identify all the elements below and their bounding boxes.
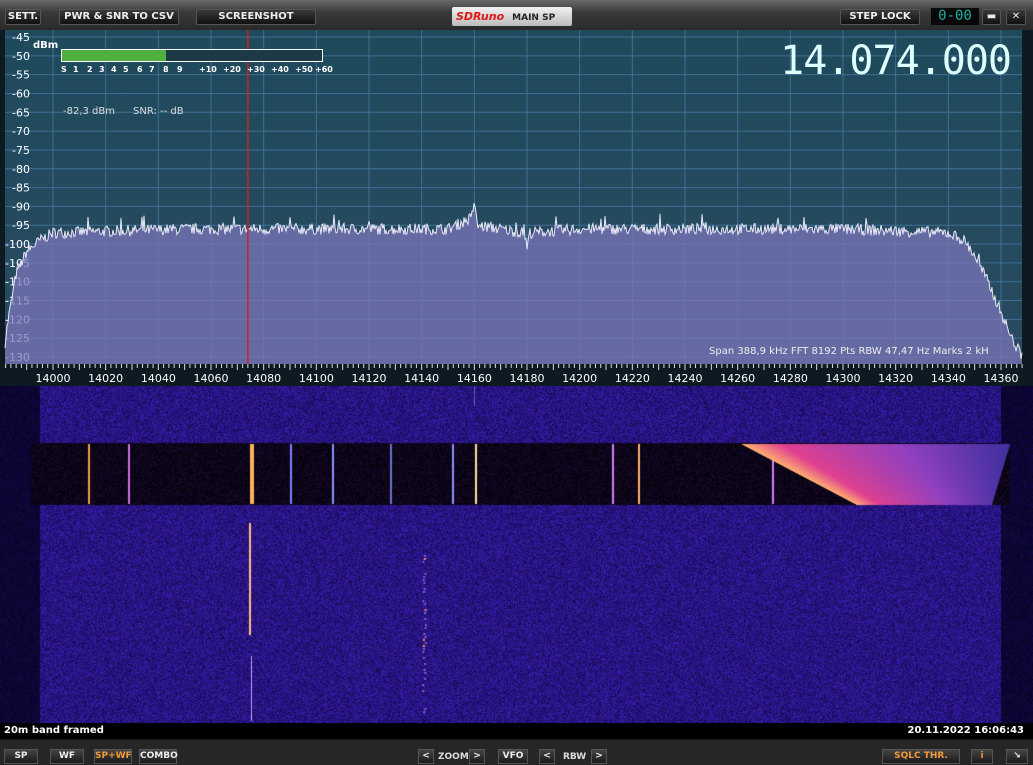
zoom-prev-button[interactable]: < xyxy=(418,749,434,764)
resize-button[interactable]: ↘ xyxy=(1006,749,1028,764)
s-meter-label: +10 xyxy=(199,65,217,74)
s-meter-label: +30 xyxy=(247,65,265,74)
x-tick-label: 14100 xyxy=(299,372,334,385)
x-tick-label: 14340 xyxy=(931,372,966,385)
y-tick-label: -45 xyxy=(12,31,30,44)
pwr-snr-csv-button[interactable]: PWR & SNR TO CSV xyxy=(59,9,179,25)
s-meter-label: S xyxy=(61,65,67,74)
dbm-unit-label: dBm xyxy=(33,40,59,51)
y-tick-label: -65 xyxy=(12,106,30,119)
zoom-label: ZOOM xyxy=(438,752,469,762)
frequency-display[interactable]: 14.074.000 xyxy=(780,38,1012,84)
sqlc-threshold-button[interactable]: SQLC THR. xyxy=(882,749,960,764)
y-tick-label: -85 xyxy=(12,182,30,195)
s-meter-label: 9 xyxy=(177,65,183,74)
y-tick-label: -50 xyxy=(12,50,30,63)
step-display: 0-00 xyxy=(931,8,979,25)
x-tick-label: 14060 xyxy=(194,372,229,385)
window-title[interactable]: SDRuno MAIN SP xyxy=(452,7,572,26)
y-tick-label: -60 xyxy=(12,87,30,100)
status-bar: 20m band framed 20.11.2022 16:06:43 xyxy=(0,723,1033,739)
x-tick-label: 14020 xyxy=(88,372,123,385)
x-tick-label: 14140 xyxy=(404,372,439,385)
wf-button[interactable]: WF xyxy=(50,749,84,764)
rbw-label: RBW xyxy=(563,752,587,762)
s-meter-label: +40 xyxy=(271,65,289,74)
x-tick-label: 14360 xyxy=(984,372,1019,385)
y-tick-label: -100 xyxy=(5,238,30,251)
x-tick-label: 14180 xyxy=(510,372,545,385)
minimize-button[interactable]: ▬ xyxy=(982,9,1001,25)
y-tick-label: -70 xyxy=(12,125,30,138)
s-meter xyxy=(61,49,323,62)
s-meter-label: 4 xyxy=(111,65,117,74)
s-meter-label: 7 xyxy=(149,65,155,74)
x-tick-label: 14260 xyxy=(720,372,755,385)
bottom-toolbar: SP WF SP+WF COMBO < ZOOM > VFO < RBW > S… xyxy=(0,740,1033,765)
window-title-text: MAIN SP xyxy=(512,13,556,23)
screenshot-button[interactable]: SCREENSHOT xyxy=(196,9,316,25)
s-meter-label: 6 xyxy=(137,65,143,74)
y-tick-label: -80 xyxy=(12,163,30,176)
x-tick-label: 14200 xyxy=(562,372,597,385)
s-meter-label: 8 xyxy=(163,65,169,74)
sp-wf-button[interactable]: SP+WF xyxy=(94,749,132,764)
y-tick-label: -90 xyxy=(12,200,30,213)
s-meter-label: 2 xyxy=(87,65,93,74)
snr-readout: SNR: -- dB xyxy=(133,106,184,117)
s-meter-label: +60 xyxy=(315,65,333,74)
sp-button[interactable]: SP xyxy=(4,749,38,764)
s-meter-label: 5 xyxy=(123,65,129,74)
step-lock-button[interactable]: STEP LOCK xyxy=(840,9,920,25)
x-tick-label: 14040 xyxy=(141,372,176,385)
x-tick-label: 14240 xyxy=(668,372,703,385)
x-tick-label: 14220 xyxy=(615,372,650,385)
rbw-prev-button[interactable]: < xyxy=(539,749,555,764)
status-timestamp: 20.11.2022 16:06:43 xyxy=(907,725,1025,736)
top-toolbar: SETT. PWR & SNR TO CSV SCREENSHOT SDRuno… xyxy=(0,0,1033,30)
x-tick-label: 14320 xyxy=(878,372,913,385)
power-readout: -82,3 dBm xyxy=(63,106,116,117)
rbw-next-button[interactable]: > xyxy=(591,749,607,764)
waterfall[interactable] xyxy=(0,386,1033,723)
x-tick-label: 14080 xyxy=(246,372,281,385)
close-button[interactable]: ✕ xyxy=(1006,9,1026,25)
s-meter-label: 1 xyxy=(73,65,79,74)
s-meter-label: +20 xyxy=(223,65,241,74)
x-tick-label: 14120 xyxy=(352,372,387,385)
y-tick-label: -75 xyxy=(12,144,30,157)
spectrum-info: Span 388,9 kHz FFT 8192 Pts RBW 47,47 Hz… xyxy=(709,346,989,357)
x-tick-label: 14300 xyxy=(826,372,861,385)
settings-button[interactable]: SETT. xyxy=(5,9,41,25)
info-button[interactable]: i xyxy=(971,749,993,764)
status-left: 20m band framed xyxy=(4,725,104,736)
x-tick-label: 14000 xyxy=(36,372,71,385)
s-meter-label: 3 xyxy=(99,65,105,74)
s-meter-label: +50 xyxy=(295,65,313,74)
zoom-next-button[interactable]: > xyxy=(469,749,485,764)
combo-button[interactable]: COMBO xyxy=(139,749,178,764)
y-tick-label: -55 xyxy=(12,69,30,82)
x-tick-label: 14280 xyxy=(773,372,808,385)
s-meter-fill xyxy=(62,50,166,61)
sdruno-logo: SDRuno xyxy=(456,10,505,23)
y-tick-label: -95 xyxy=(12,219,30,232)
vfo-button[interactable]: VFO xyxy=(498,749,528,764)
x-tick-label: 14160 xyxy=(457,372,492,385)
